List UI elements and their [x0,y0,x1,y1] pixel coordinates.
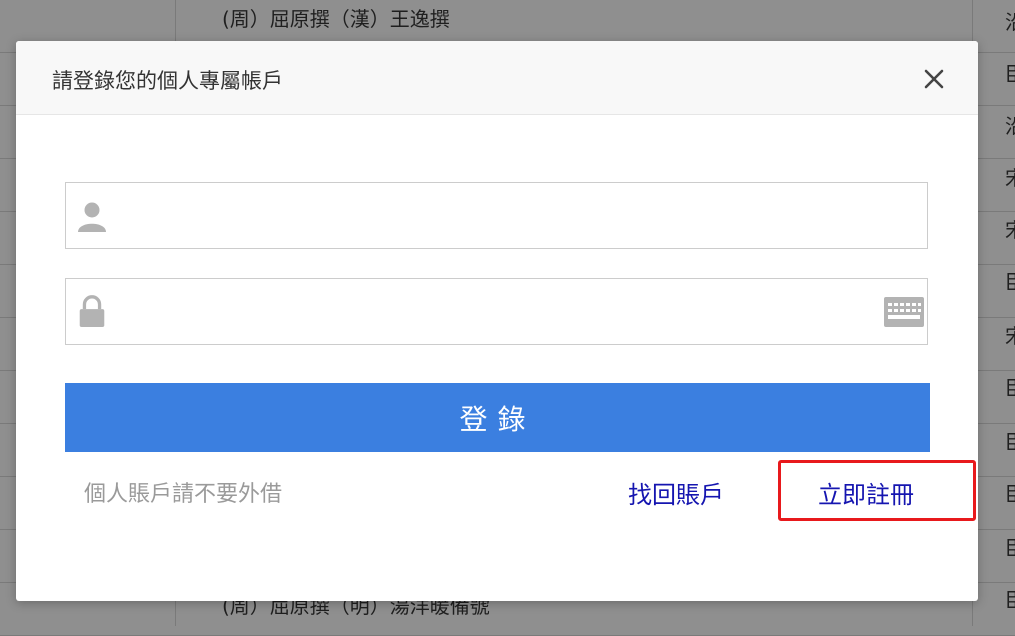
lock-icon [79,295,105,328]
background-side-char: 臣 [1005,532,1015,561]
background-side-char: 臣 [1005,584,1015,613]
modal-header: 請登錄您的個人專屬帳戶 [16,41,978,115]
close-button[interactable] [916,61,952,97]
modal-title: 請登錄您的個人專屬帳戶 [52,69,283,93]
password-input[interactable] [126,279,870,346]
background-side-char: 宋 [1005,320,1015,349]
register-link[interactable]: 立即註冊 [818,475,914,510]
recover-account-link[interactable]: 找回賬戶 [628,475,724,510]
login-button[interactable]: 登錄 [65,383,930,452]
close-icon [924,69,944,89]
background-title-text: (周）屈原撰（漢）王逸撰 [222,7,450,31]
background-side-char: 沿 [1005,110,1015,139]
background-side-char: 沿 [1005,6,1015,35]
username-input[interactable] [126,183,870,250]
login-modal: 請登錄您的個人專屬帳戶 登錄 個人賬戶請不要外借 找回賬戶 立即註冊 [16,41,978,601]
background-side-char: 宋 [1005,162,1015,191]
background-side-char: 臣 [1005,478,1015,507]
background-side-char: 臣 [1005,372,1015,401]
username-field[interactable] [65,182,928,250]
account-notice: 個人賬戶請不要外借 [84,482,283,507]
user-icon [78,202,106,232]
password-field[interactable] [65,278,928,346]
background-side-char: 宋 [1005,214,1015,243]
keyboard-icon[interactable] [884,297,924,327]
background-side-char: 臣 [1005,426,1015,455]
background-side-char: 臣 [1005,58,1015,87]
background-side-char: 臣 [1005,266,1015,295]
